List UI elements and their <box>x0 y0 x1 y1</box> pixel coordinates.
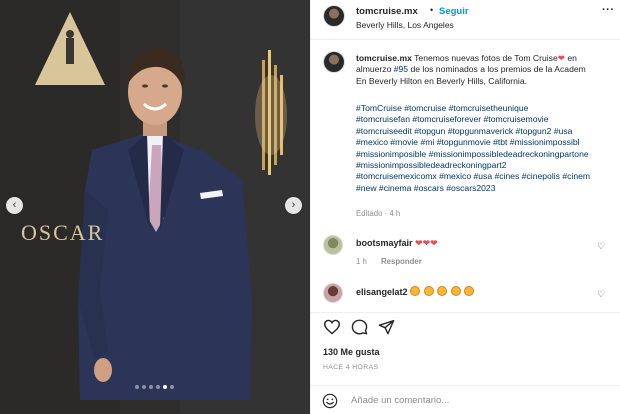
emoji-face-icon <box>437 286 448 296</box>
post-side-panel: tomcruise.mx • Seguir Beverly Hills, Los… <box>310 0 620 414</box>
hashtag-link[interactable]: #95 <box>394 64 408 74</box>
edited-label: Editado · 4 h <box>356 209 401 218</box>
caption-username[interactable]: tomcruise.mx <box>356 53 412 63</box>
hashtag-line[interactable]: #tomcruisefan #tomcruiseforever #tomcrui… <box>356 114 620 125</box>
carousel-dot <box>149 385 153 389</box>
caption-line-3: En Beverly Hilton en Beverly Hills, Cali… <box>356 75 527 86</box>
heart-icon[interactable]: ♡ <box>597 289 605 300</box>
emoji-face-icon <box>423 286 434 296</box>
caption-text: tomcruise.mx Tenemos nuevas fotos de Tom… <box>356 53 620 87</box>
comment-body: bootsmayfair ❤❤❤ <box>356 238 438 249</box>
comment-icon[interactable] <box>351 319 368 335</box>
comment-meta: 1 h Responder <box>356 257 434 266</box>
oscar-sign: OSCAR <box>21 220 105 245</box>
comment-body: elisangelat2 <box>356 286 475 297</box>
carousel-dot <box>163 385 167 389</box>
hashtag-line[interactable]: #tomcruiseedit #topgun #topgunmaverick #… <box>356 126 620 137</box>
heart-icon[interactable] <box>323 319 341 335</box>
emoji-face-icon <box>410 286 421 296</box>
chevron-left-icon[interactable]: ‹ <box>6 197 23 214</box>
avatar[interactable] <box>323 5 345 27</box>
header-username[interactable]: tomcruise.mx <box>356 6 418 17</box>
avatar[interactable] <box>323 235 343 255</box>
hashtag-list: #TomCruise #tomcruise #tomcruisetheuniqu… <box>356 103 620 194</box>
reply-button[interactable]: Responder <box>381 257 422 266</box>
comment-time: 1 h <box>356 257 367 266</box>
hashtag-line[interactable]: #mexico #movie #mi #topgunmovie #tbt #mi… <box>356 137 620 148</box>
hashtag-line[interactable]: #missionimposible #missionimpossibledead… <box>356 149 620 160</box>
hashtag-line[interactable]: #missionimpossibledeadreckoningpart2 <box>356 160 620 171</box>
carousel-dot <box>135 385 139 389</box>
share-icon[interactable] <box>378 319 395 335</box>
carousel-dot <box>142 385 146 389</box>
caption-line-2-end: de los nominados a los premios de la Aca… <box>408 64 586 75</box>
add-comment-bar <box>311 385 620 414</box>
likes-count[interactable]: 130 Me gusta <box>323 347 380 357</box>
separator-dot: • <box>430 5 434 15</box>
chevron-right-icon[interactable]: › <box>285 197 302 214</box>
avatar[interactable] <box>323 51 345 73</box>
carousel-dot <box>170 385 174 389</box>
hashtag-line[interactable]: #tomcruisemexicomx #mexico #usa #cines #… <box>356 171 620 182</box>
comment-emoji-text <box>410 286 475 297</box>
emoji-face-icon <box>450 286 461 296</box>
heart-icon[interactable]: ♡ <box>597 241 605 252</box>
caption-line-2: almuerzo <box>356 64 394 75</box>
photo-illustration <box>0 0 310 414</box>
location-link[interactable]: Beverly Hills, Los Angeles <box>356 20 454 30</box>
comment-input[interactable] <box>351 391 581 409</box>
comment-text: ❤❤❤ <box>415 238 438 248</box>
follow-button[interactable]: Seguir <box>439 6 469 17</box>
post-photo[interactable]: OSCAR ‹ › <box>0 0 310 414</box>
post-header: tomcruise.mx • Seguir Beverly Hills, Los… <box>311 0 620 40</box>
carousel-indicator <box>135 385 174 389</box>
hashtag-line[interactable]: #TomCruise #tomcruise #tomcruisetheuniqu… <box>356 103 620 114</box>
post-timestamp: HACE 4 HORAS <box>323 364 379 371</box>
action-bar <box>311 312 620 346</box>
hashtag-line[interactable]: #new #cinema #oscars #oscars2023 <box>356 183 620 194</box>
heart-emoji: ❤ <box>557 53 565 63</box>
comment-username[interactable]: bootsmayfair <box>356 238 413 248</box>
caption-line-1: Tenemos nuevas fotos de Tom Cruise <box>414 53 558 63</box>
carousel-dot <box>156 385 160 389</box>
emoji-face-icon <box>464 286 475 296</box>
comment-username[interactable]: elisangelat2 <box>356 287 408 297</box>
caption-line-1-end: en <box>564 53 577 63</box>
more-options-icon[interactable]: ··· <box>602 4 615 16</box>
avatar[interactable] <box>323 283 343 303</box>
emoji-smile-icon[interactable] <box>322 393 338 409</box>
